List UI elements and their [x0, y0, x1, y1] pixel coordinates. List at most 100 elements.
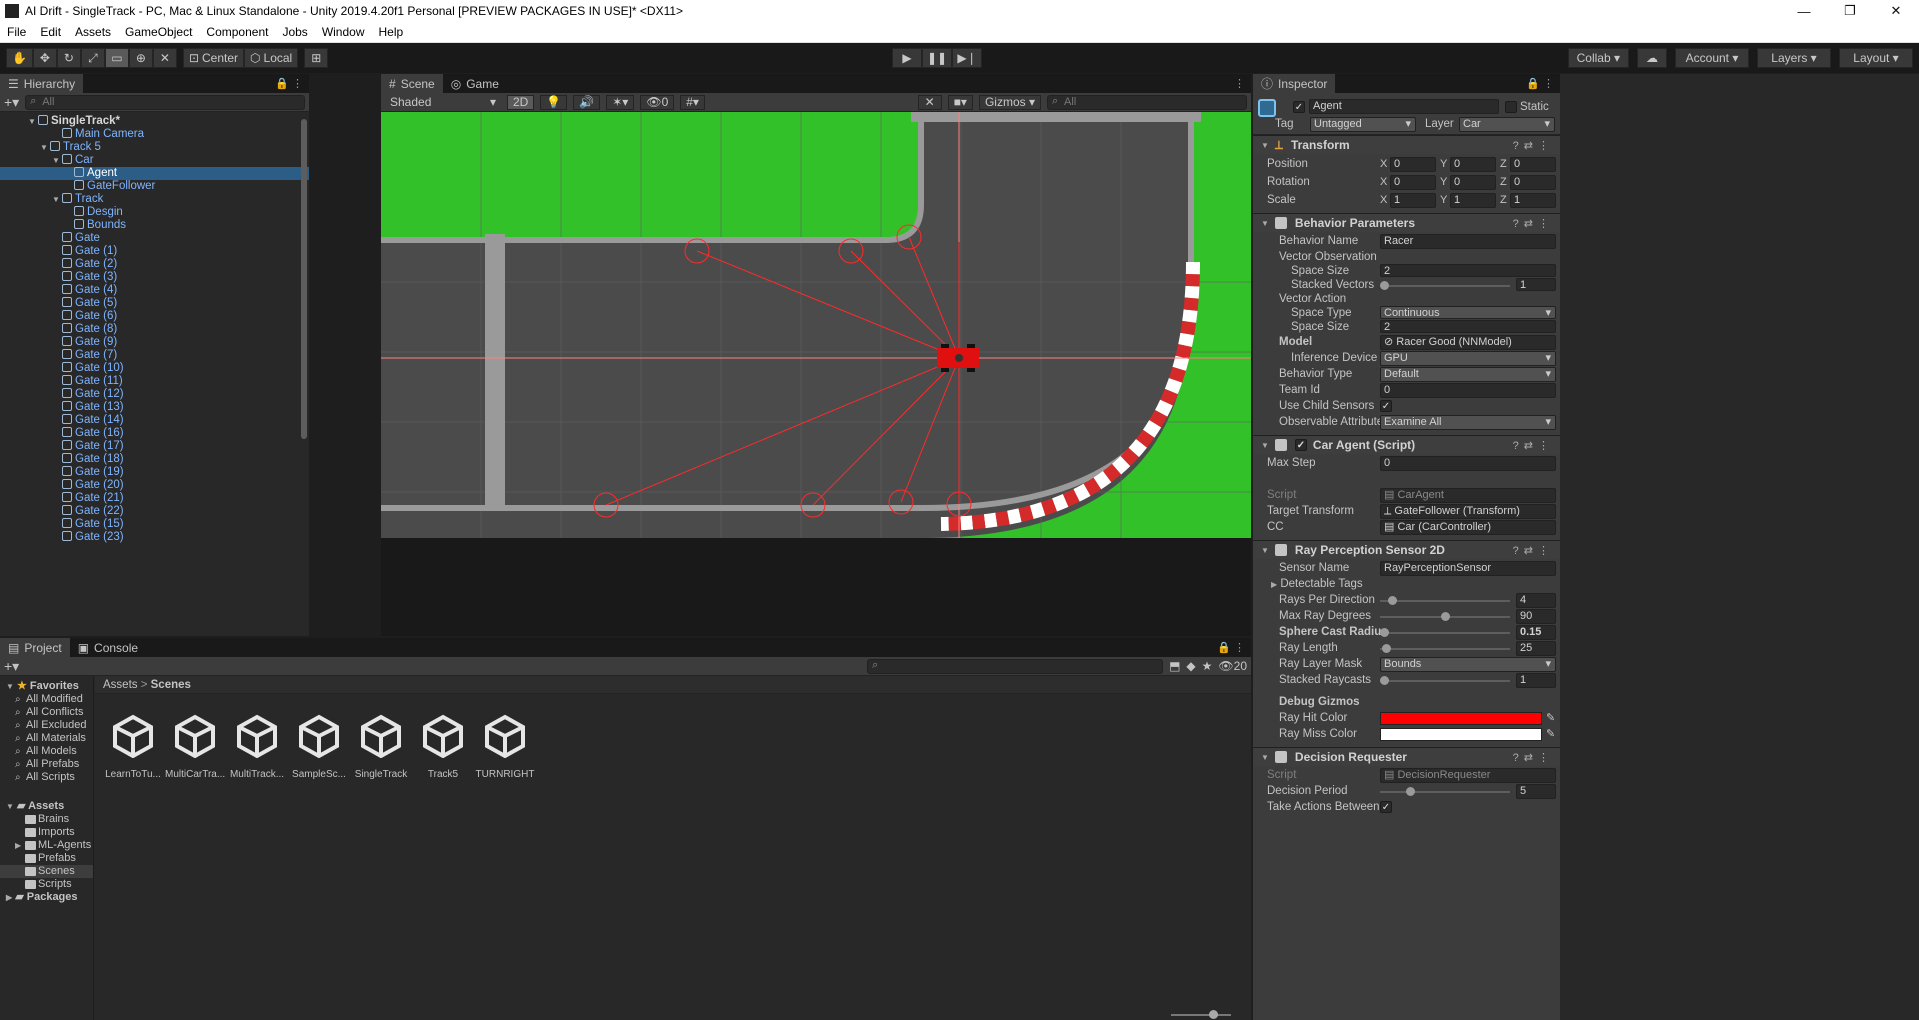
max-ray-degrees-input[interactable]: 90	[1516, 609, 1556, 624]
component-menu-icon[interactable]: ?⇄⋮	[1513, 439, 1554, 452]
scene-asset[interactable]: SampleSc...	[289, 714, 349, 780]
position-x-field[interactable]: 0	[1390, 157, 1436, 172]
filter-type-icon[interactable]: ⬒	[1169, 659, 1180, 673]
position-z-field[interactable]: 0	[1510, 157, 1556, 172]
rays-per-direction-input[interactable]: 4	[1516, 593, 1556, 608]
gizmos-dropdown[interactable]: Gizmos ▾	[978, 94, 1041, 110]
scale-z-field[interactable]: 1	[1510, 193, 1556, 208]
hierarchy-item[interactable]: Gate (7)	[0, 349, 309, 362]
ray-length-input[interactable]: 25	[1516, 641, 1556, 656]
transform-header[interactable]: ▼ ⟂ Transform ?⇄⋮	[1253, 135, 1560, 154]
tag-dropdown[interactable]: Untagged	[1310, 117, 1416, 132]
folder-expand-arrow[interactable]: ▶	[15, 839, 21, 852]
cloud-icon[interactable]: ☁	[1637, 48, 1667, 68]
menu-assets[interactable]: Assets	[68, 25, 118, 39]
move-tool-icon[interactable]: ✥	[32, 48, 57, 68]
sphere-cast-radius-slider[interactable]	[1380, 628, 1510, 637]
project-search-input[interactable]	[867, 658, 1164, 674]
component-menu-icon[interactable]: ?⇄⋮	[1513, 544, 1554, 557]
expand-arrow[interactable]: ▼	[28, 115, 38, 128]
scene-menu-icon[interactable]: ⋮	[1234, 77, 1245, 90]
decision-period-slider[interactable]	[1380, 787, 1510, 796]
max-step-input[interactable]: 0	[1380, 456, 1556, 471]
scene-asset[interactable]: SingleTrack	[351, 714, 411, 780]
stacked-vectors-input[interactable]: 1	[1516, 278, 1556, 291]
folder-item[interactable]: Prefabs	[0, 852, 93, 865]
breadcrumb-assets[interactable]: Assets	[103, 679, 138, 691]
hierarchy-scrollbar[interactable]	[301, 119, 307, 439]
pivot-space-button[interactable]: ⬡ Local	[244, 48, 299, 68]
custom-tool-icon[interactable]: ✕	[152, 48, 177, 68]
pivot-center-button[interactable]: ⊡ Center	[182, 48, 245, 68]
layers-button[interactable]: Layers ▾	[1757, 48, 1831, 68]
tools-icon[interactable]: ✕	[917, 94, 942, 110]
favorite-item[interactable]: ⌕ All Excluded	[0, 719, 93, 732]
menu-jobs[interactable]: Jobs	[275, 25, 314, 39]
hierarchy-item[interactable]: Gate (20)	[0, 479, 309, 492]
hierarchy-item[interactable]: Gate (8)	[0, 323, 309, 336]
hierarchy-item[interactable]: ▼ Track 5	[0, 141, 309, 154]
hierarchy-item[interactable]: Gate (23)	[0, 531, 309, 544]
team-id-input[interactable]: 0	[1380, 383, 1556, 398]
scene-asset[interactable]: LearnToTu...	[103, 714, 163, 780]
filter-label-icon[interactable]: ◆	[1186, 659, 1195, 673]
hierarchy-item[interactable]: Agent	[0, 167, 309, 180]
hierarchy-item[interactable]: Gate (19)	[0, 466, 309, 479]
packages-expand-arrow[interactable]: ▶	[6, 893, 12, 902]
rays-per-direction-slider[interactable]	[1380, 596, 1510, 605]
step-button[interactable]: ▶❘	[952, 48, 982, 68]
hierarchy-item[interactable]: Gate (11)	[0, 375, 309, 388]
hierarchy-item[interactable]: Bounds	[0, 219, 309, 232]
pause-button[interactable]: ❚❚	[922, 48, 952, 68]
take-actions-checkbox[interactable]: ✓	[1380, 801, 1392, 813]
project-create-button[interactable]: +▾	[4, 658, 19, 675]
hierarchy-item[interactable]: ▼ Car	[0, 154, 309, 167]
scale-y-field[interactable]: 1	[1450, 193, 1496, 208]
scale-tool-icon[interactable]: ⤢	[80, 48, 105, 68]
hierarchy-item[interactable]: Gate (10)	[0, 362, 309, 375]
stacked-vectors-slider[interactable]	[1380, 281, 1510, 290]
folder-item[interactable]: Imports	[0, 826, 93, 839]
hierarchy-item[interactable]: Gate (18)	[0, 453, 309, 466]
tab-inspector[interactable]: ⓘ Inspector	[1253, 74, 1336, 93]
position-y-field[interactable]: 0	[1450, 157, 1496, 172]
expand-arrow[interactable]: ▼	[52, 154, 62, 167]
breadcrumb-scenes[interactable]: Scenes	[151, 679, 191, 691]
static-checkbox[interactable]	[1505, 101, 1517, 113]
favorites-star-icon[interactable]: ★	[1202, 659, 1213, 673]
hierarchy-item[interactable]: Gate (13)	[0, 401, 309, 414]
decision-requester-header[interactable]: ▼ Decision Requester ?⇄⋮	[1253, 747, 1560, 766]
favorite-item[interactable]: ⌕ All Materials	[0, 732, 93, 745]
hierarchy-item[interactable]: Gate (12)	[0, 388, 309, 401]
hierarchy-item[interactable]: Desgin	[0, 206, 309, 219]
hierarchy-item[interactable]: Gate (21)	[0, 492, 309, 505]
hand-tool-icon[interactable]: ✋	[6, 48, 33, 68]
inspector-lock-icon[interactable]: 🔒 ⋮	[1526, 77, 1554, 90]
rect-tool-icon[interactable]: ▭	[104, 48, 129, 68]
hierarchy-item[interactable]: Gate (1)	[0, 245, 309, 258]
favorite-item[interactable]: ⌕ All Prefabs	[0, 758, 93, 771]
lighting-icon[interactable]: 💡	[540, 94, 568, 110]
rotation-y-field[interactable]: 0	[1450, 175, 1496, 190]
hierarchy-item[interactable]: Gate (22)	[0, 505, 309, 518]
use-child-sensors-checkbox[interactable]: ✓	[1380, 400, 1392, 412]
transform-tool-icon[interactable]: ⊕	[128, 48, 153, 68]
hierarchy-item[interactable]: Gate (6)	[0, 310, 309, 323]
rotation-x-field[interactable]: 0	[1390, 175, 1436, 190]
tab-project[interactable]: ▤ Project	[0, 638, 70, 657]
hierarchy-item[interactable]: Gate	[0, 232, 309, 245]
camera-icon[interactable]: ■▾	[947, 94, 973, 110]
folder-item[interactable]: Scenes	[0, 865, 93, 878]
folder-item[interactable]: Brains	[0, 813, 93, 826]
menu-file[interactable]: File	[0, 25, 33, 39]
hierarchy-search-input[interactable]: All	[25, 94, 305, 110]
car-agent-header[interactable]: ▼ ✓ Car Agent (Script) ?⇄⋮	[1253, 435, 1560, 454]
scene-viewport[interactable]	[381, 112, 1251, 538]
hierarchy-item[interactable]: Main Camera	[0, 128, 309, 141]
component-menu-icon[interactable]: ?⇄⋮	[1513, 139, 1554, 152]
favorite-item[interactable]: ⌕ All Models	[0, 745, 93, 758]
scene-search-input[interactable]: All	[1047, 94, 1247, 110]
stacked-raycasts-input[interactable]: 1	[1516, 673, 1556, 688]
hidden-objects-icon[interactable]: 👁 0	[640, 94, 675, 110]
scene-asset[interactable]: MultiTrack...	[227, 714, 287, 780]
